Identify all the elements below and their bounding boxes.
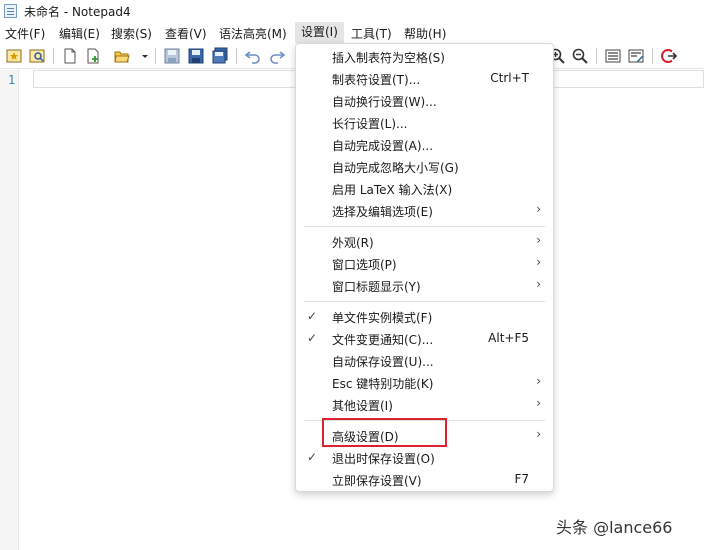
line-number-gutter xyxy=(0,70,19,550)
open-folder-icon[interactable] xyxy=(113,47,131,65)
checkmark-icon: ✓ xyxy=(307,450,318,464)
menu-item-tab-settings[interactable]: 制表符设置(T)... Ctrl+T xyxy=(296,67,553,89)
menu-help[interactable]: 帮助(H) xyxy=(404,25,446,42)
notepad-app-icon xyxy=(4,4,17,18)
watermark-text: 头条 @lance66 xyxy=(556,518,673,537)
menu-bar: 文件(F) 编辑(E) 搜索(S) 查看(V) 语法高亮(M) 设置(I) 工具… xyxy=(0,22,704,43)
new-window-icon[interactable] xyxy=(84,47,102,65)
toolbar-separator xyxy=(155,48,156,64)
shortcut-label: Alt+F5 xyxy=(488,331,529,345)
menu-edit[interactable]: 编辑(E) xyxy=(59,25,100,42)
zoom-out-icon[interactable] xyxy=(571,47,589,65)
chevron-right-icon: › xyxy=(536,255,541,269)
chevron-down-icon[interactable] xyxy=(136,47,148,65)
menu-item-autocomplete-ignore-case[interactable]: 自动完成忽略大小写(G) xyxy=(296,155,553,177)
chevron-right-icon: › xyxy=(536,427,541,441)
menu-item-autosave-settings[interactable]: 自动保存设置(U)... xyxy=(296,349,553,371)
window-title: 未命名 - Notepad4 xyxy=(24,5,131,19)
menu-item-single-instance[interactable]: ✓ 单文件实例模式(F) xyxy=(296,305,553,327)
save-icon[interactable] xyxy=(163,47,181,65)
chevron-right-icon: › xyxy=(536,202,541,216)
favorites-icon[interactable] xyxy=(5,47,23,65)
menu-settings[interactable]: 设置(I) xyxy=(295,22,344,43)
menu-item-save-on-exit[interactable]: ✓ 退出时保存设置(O) xyxy=(296,446,553,468)
title-bar: 未命名 - Notepad4 xyxy=(0,0,704,22)
menu-file[interactable]: 文件(F) xyxy=(5,25,45,42)
undo-icon[interactable] xyxy=(244,47,262,65)
shortcut-label: Ctrl+T xyxy=(490,71,529,85)
save-as-icon[interactable] xyxy=(187,47,205,65)
menu-item-word-wrap-settings[interactable]: 自动换行设置(W)... xyxy=(296,89,553,111)
menu-tools[interactable]: 工具(T) xyxy=(351,25,392,42)
toolbar-separator xyxy=(53,48,54,64)
menu-item-long-line-settings[interactable]: 长行设置(L)... xyxy=(296,111,553,133)
save-copy-icon[interactable] xyxy=(211,47,229,65)
toolbar-separator xyxy=(236,48,237,64)
menu-item-save-settings-now[interactable]: 立即保存设置(V) F7 xyxy=(296,468,553,490)
chevron-right-icon: › xyxy=(536,233,541,247)
menu-item-autocomplete-settings[interactable]: 自动完成设置(A)... xyxy=(296,133,553,155)
menu-item-appearance[interactable]: 外观(R) › xyxy=(296,230,553,252)
menu-item-selection-options[interactable]: 选择及编辑选项(E) › xyxy=(296,199,553,221)
new-file-icon[interactable] xyxy=(61,47,79,65)
chevron-right-icon: › xyxy=(536,277,541,291)
customize-schemes-icon[interactable] xyxy=(627,47,645,65)
highlight-annotation-box xyxy=(322,418,447,447)
menu-item-file-change-notify[interactable]: ✓ 文件变更通知(C)... Alt+F5 xyxy=(296,327,553,349)
toolbar-separator xyxy=(652,48,653,64)
menu-item-tabs-as-spaces[interactable]: 插入制表符为空格(S) xyxy=(296,45,553,67)
shortcut-label: F7 xyxy=(514,472,529,486)
chevron-right-icon: › xyxy=(536,396,541,410)
browse-icon[interactable] xyxy=(28,47,46,65)
scheme-icon[interactable] xyxy=(604,47,622,65)
chevron-right-icon: › xyxy=(536,374,541,388)
menu-item-esc-key-function[interactable]: Esc 键特别功能(K) › xyxy=(296,371,553,393)
checkmark-icon: ✓ xyxy=(307,309,318,323)
exit-icon[interactable] xyxy=(660,47,678,65)
menu-item-other-settings[interactable]: 其他设置(I) › xyxy=(296,393,553,415)
menu-search[interactable]: 搜索(S) xyxy=(111,25,152,42)
menu-separator xyxy=(304,301,545,302)
menu-item-latex-input[interactable]: 启用 LaTeX 输入法(X) xyxy=(296,177,553,199)
line-number: 1 xyxy=(8,73,16,87)
menu-syntax[interactable]: 语法高亮(M) xyxy=(219,25,287,42)
checkmark-icon: ✓ xyxy=(307,331,318,345)
menu-view[interactable]: 查看(V) xyxy=(165,25,207,42)
redo-icon[interactable] xyxy=(268,47,286,65)
menu-item-window-options[interactable]: 窗口选项(P) › xyxy=(296,252,553,274)
toolbar-separator xyxy=(596,48,597,64)
menu-item-window-title-display[interactable]: 窗口标题显示(Y) › xyxy=(296,274,553,296)
menu-separator xyxy=(304,226,545,227)
